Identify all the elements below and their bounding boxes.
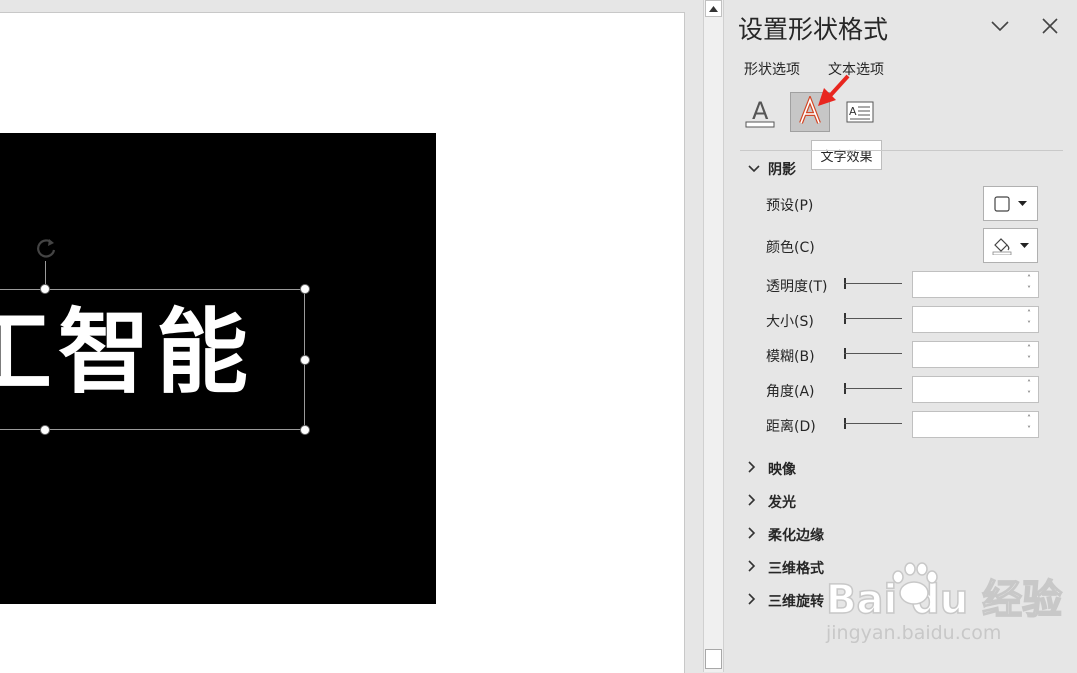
size-label: 大小(S) (766, 314, 814, 330)
section-soft-edges-label: 柔化边缘 (768, 528, 824, 544)
text-fill-icon: A (745, 97, 775, 128)
chevron-right-icon (748, 560, 762, 576)
shadow-preset-dropdown[interactable] (983, 186, 1038, 221)
section-3d-format[interactable]: 三维格式 (748, 558, 824, 578)
transparency-label: 透明度(T) (766, 279, 828, 295)
section-reflection-label: 映像 (768, 462, 796, 478)
chevron-down-icon (748, 161, 762, 177)
tab-shape-options[interactable]: 形状选项 (744, 59, 800, 79)
angle-slider[interactable] (844, 383, 902, 395)
format-shape-pane: 设置形状格式 形状选项 文本选项 A A 文字效果 阴影 预设(P) 颜色(C)… (724, 0, 1077, 672)
size-slider[interactable] (844, 313, 902, 325)
scroll-thumb[interactable] (705, 649, 722, 669)
square-outline-icon (994, 195, 1010, 212)
blur-slider[interactable] (844, 348, 902, 360)
watermark-url: jingyan.baidu.com (826, 622, 1002, 644)
scroll-up-button[interactable] (705, 0, 722, 17)
transparency-slider[interactable] (844, 278, 902, 290)
angle-label: 角度(A) (766, 384, 815, 400)
chevron-right-icon (748, 527, 762, 543)
dropdown-arrow-icon (1018, 201, 1027, 206)
resize-handle-middle-right[interactable] (300, 355, 310, 365)
text-box-selection-frame[interactable] (0, 289, 305, 430)
section-3d-rotation-label: 三维旋转 (768, 594, 824, 610)
size-spinbox[interactable]: ˄ ˅ (912, 306, 1039, 333)
blur-spinbox[interactable]: ˄ ˅ (912, 341, 1039, 368)
red-arrow-annotation (818, 74, 850, 106)
section-shadow-label: 阴影 (768, 162, 796, 178)
slide[interactable]: 工智能 (0, 12, 685, 673)
angle-spinbox[interactable]: ˄ ˅ (912, 376, 1039, 403)
section-soft-edges[interactable]: 柔化边缘 (748, 525, 824, 545)
preset-label: 预设(P) (766, 198, 814, 214)
chevron-right-icon (748, 494, 762, 510)
distance-slider[interactable] (844, 418, 902, 430)
section-glow[interactable]: 发光 (748, 492, 796, 512)
chevron-down-icon[interactable] (988, 14, 1012, 38)
pane-title: 设置形状格式 (738, 15, 889, 44)
shadow-color-dropdown[interactable] (983, 228, 1038, 263)
chevron-right-icon (748, 593, 762, 609)
dropdown-arrow-icon (1020, 243, 1029, 248)
svg-text:A: A (752, 97, 769, 125)
vertical-scrollbar[interactable] (703, 0, 724, 672)
resize-handle-top-right[interactable] (300, 284, 310, 294)
section-reflection[interactable]: 映像 (748, 459, 796, 479)
pane-divider (740, 150, 1063, 151)
resize-handle-bottom-right[interactable] (300, 425, 310, 435)
close-icon[interactable] (1038, 14, 1062, 38)
text-fill-outline-button[interactable]: A (740, 92, 780, 132)
color-label: 颜色(C) (766, 240, 815, 256)
distance-label: 距离(D) (766, 419, 816, 435)
paint-bucket-icon (992, 237, 1012, 255)
transparency-spinbox[interactable]: ˄ ˅ (912, 271, 1039, 298)
section-3d-format-label: 三维格式 (768, 561, 824, 577)
tooltip-text-effects: 文字效果 (811, 140, 882, 170)
slide-canvas: 工智能 (0, 0, 703, 673)
section-glow-label: 发光 (768, 495, 796, 511)
chevron-right-icon (748, 461, 762, 477)
rotate-handle-icon[interactable] (32, 235, 60, 263)
blur-label: 模糊(B) (766, 349, 815, 365)
section-shadow[interactable]: 阴影 (748, 159, 796, 179)
resize-handle-top-middle[interactable] (40, 284, 50, 294)
distance-spinbox[interactable]: ˄ ˅ (912, 411, 1039, 438)
triangle-up-icon (709, 5, 718, 12)
resize-handle-bottom-middle[interactable] (40, 425, 50, 435)
section-3d-rotation[interactable]: 三维旋转 (748, 591, 824, 611)
